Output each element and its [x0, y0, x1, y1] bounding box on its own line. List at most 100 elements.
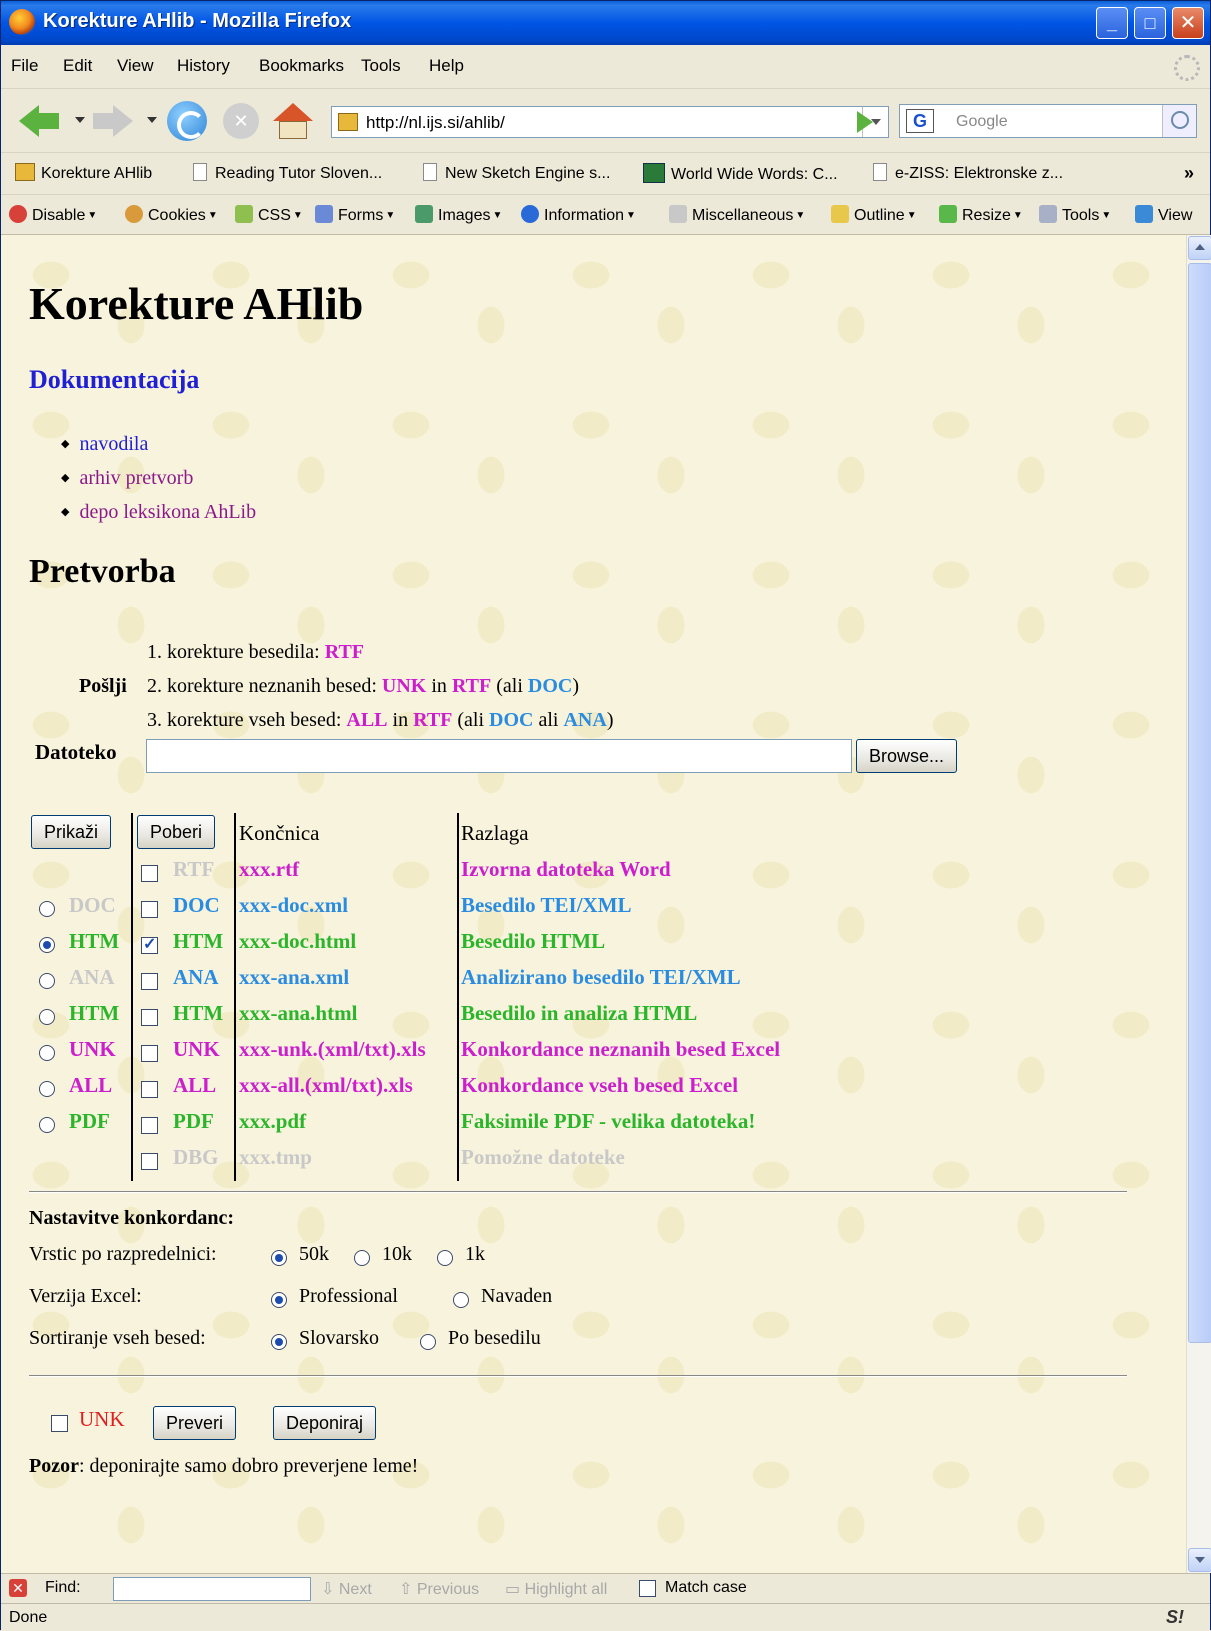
menu-edit[interactable]: Edit	[63, 56, 92, 76]
setting-option[interactable]: Po besedilu	[420, 1327, 541, 1350]
scroll-down-button[interactable]	[1188, 1548, 1211, 1572]
fetch-checkbox[interactable]	[141, 1045, 158, 1062]
home-button[interactable]	[273, 101, 313, 141]
fetch-checkbox-label: RTF	[173, 857, 215, 881]
display-radio[interactable]	[39, 1117, 55, 1133]
find-input[interactable]	[113, 1577, 311, 1601]
menu-history[interactable]: History	[177, 56, 230, 76]
bookmark-korekture-ahlib[interactable]: Korekture AHlib	[15, 163, 152, 183]
menu-tools[interactable]: Tools	[361, 56, 401, 76]
setting-option[interactable]: 1k	[437, 1243, 485, 1266]
setting-option[interactable]: Navaden	[453, 1285, 552, 1308]
wd-css-menu[interactable]: CSS ▼	[235, 205, 303, 225]
setting-radio[interactable]	[453, 1292, 469, 1308]
wd-view-source-menu[interactable]: View	[1135, 205, 1192, 225]
setting-radio[interactable]	[420, 1334, 436, 1350]
google-engine-icon[interactable]: G	[906, 109, 934, 133]
display-radio[interactable]	[39, 937, 55, 953]
send-line-text: in	[426, 675, 452, 697]
setting-radio[interactable]	[437, 1250, 453, 1266]
maximize-button[interactable]: □	[1134, 7, 1166, 39]
wd-cookies-menu[interactable]: Cookies ▼	[125, 205, 218, 225]
menu-file[interactable]: File	[11, 56, 38, 76]
display-radio[interactable]	[39, 901, 55, 917]
close-find-bar-icon[interactable]: ✕	[9, 1579, 27, 1597]
link-arhiv-pretvorb[interactable]: arhiv pretvorb	[61, 461, 256, 495]
setting-option[interactable]: Slovarsko	[271, 1327, 379, 1350]
menu-bookmarks[interactable]: Bookmarks	[259, 56, 344, 76]
status-extension-icon[interactable]: S!	[1166, 1607, 1184, 1628]
file-input[interactable]	[146, 739, 852, 773]
display-radio[interactable]	[39, 1009, 55, 1025]
setting-radio[interactable]	[271, 1292, 287, 1308]
page-icon	[193, 163, 207, 181]
wd-tools-menu[interactable]: Tools ▼	[1039, 205, 1111, 225]
display-radio[interactable]	[39, 1081, 55, 1097]
go-button[interactable]	[857, 111, 873, 133]
bookmark-sketch-engine[interactable]: New Sketch Engine s...	[423, 163, 610, 183]
link-navodila[interactable]: navodila	[61, 427, 256, 461]
match-case-checkbox[interactable]	[639, 1580, 656, 1597]
fetch-button[interactable]: Poberi	[137, 815, 216, 849]
wd-miscellaneous-menu[interactable]: Miscellaneous ▼	[669, 205, 805, 225]
wd-images-menu[interactable]: Images ▼	[415, 205, 502, 225]
menu-help[interactable]: Help	[429, 56, 464, 76]
menu-view[interactable]: View	[117, 56, 154, 76]
setting-option[interactable]: 50k	[271, 1243, 329, 1266]
show-button[interactable]: Prikaži	[31, 815, 112, 849]
wd-information-menu[interactable]: Information ▼	[521, 205, 636, 225]
display-radio[interactable]	[39, 1045, 55, 1061]
page-icon	[873, 163, 887, 181]
close-button[interactable]: ✕	[1172, 7, 1204, 39]
wd-disable-menu[interactable]: Disable ▼	[9, 205, 97, 225]
search-box[interactable]: G Google	[899, 104, 1197, 138]
minimize-button[interactable]: _	[1096, 7, 1128, 39]
setting-radio[interactable]	[354, 1250, 370, 1266]
fetch-checkbox[interactable]	[141, 1117, 158, 1134]
link-depo-leksikona[interactable]: depo leksikona AhLib	[61, 495, 256, 529]
check-button[interactable]: Preveri	[153, 1406, 237, 1440]
wd-outline-menu[interactable]: Outline ▼	[831, 205, 917, 225]
setting-radio[interactable]	[271, 1250, 287, 1266]
setting-option[interactable]: Professional	[271, 1285, 398, 1308]
fetch-checkbox[interactable]	[141, 865, 158, 882]
fetch-checkbox[interactable]	[141, 901, 158, 918]
forward-button[interactable]	[93, 101, 133, 141]
send-line-text: )	[606, 709, 614, 731]
column-header-extension: Končnica	[239, 821, 320, 845]
fetch-checkbox[interactable]	[141, 1009, 158, 1026]
find-previous-button[interactable]: ⇧ Previous	[399, 1579, 479, 1599]
back-button[interactable]	[19, 101, 59, 141]
fetch-checkbox-label: ANA	[173, 965, 219, 989]
back-history-dropdown[interactable]	[75, 117, 85, 123]
reload-button[interactable]	[167, 101, 207, 141]
display-radio[interactable]	[39, 973, 55, 989]
browse-button[interactable]: Browse...	[856, 739, 958, 773]
vertical-scrollbar[interactable]	[1186, 235, 1211, 1573]
setting-option-label: Po besedilu	[448, 1327, 541, 1349]
bookmark-world-wide-words[interactable]: World Wide Words: C...	[643, 163, 838, 184]
stop-button[interactable]: ✕	[223, 103, 259, 139]
bookmark-reading-tutor[interactable]: Reading Tutor Sloven...	[193, 163, 382, 183]
forward-history-dropdown[interactable]	[147, 117, 157, 123]
setting-option[interactable]: 10k	[354, 1243, 412, 1266]
documentation-heading-link[interactable]: Dokumentacija	[29, 365, 199, 395]
fetch-checkbox[interactable]	[141, 934, 158, 954]
unk-checkbox[interactable]	[51, 1415, 68, 1432]
bookmarks-overflow-chevron[interactable]: »	[1184, 163, 1194, 184]
fetch-checkbox[interactable]	[141, 1081, 158, 1098]
setting-radio[interactable]	[271, 1334, 287, 1350]
fetch-checkbox[interactable]	[141, 1153, 158, 1170]
url-bar[interactable]: http://nl.ijs.si/ahlib/	[331, 106, 889, 138]
scroll-thumb[interactable]	[1188, 263, 1211, 1343]
find-next-button[interactable]: ⇩ Next	[321, 1579, 372, 1599]
bookmark-e-ziss[interactable]: e-ZISS: Elektronske z...	[873, 163, 1063, 183]
search-icon[interactable]	[1162, 105, 1196, 137]
fetch-checkbox[interactable]	[141, 973, 158, 990]
wd-resize-menu[interactable]: Resize ▼	[939, 205, 1023, 225]
deposit-button[interactable]: Deponiraj	[273, 1406, 377, 1440]
forms-icon	[315, 205, 333, 223]
scroll-up-button[interactable]	[1188, 236, 1211, 260]
highlight-all-button[interactable]: ▭ Highlight all	[505, 1579, 607, 1599]
wd-forms-menu[interactable]: Forms ▼	[315, 205, 395, 225]
